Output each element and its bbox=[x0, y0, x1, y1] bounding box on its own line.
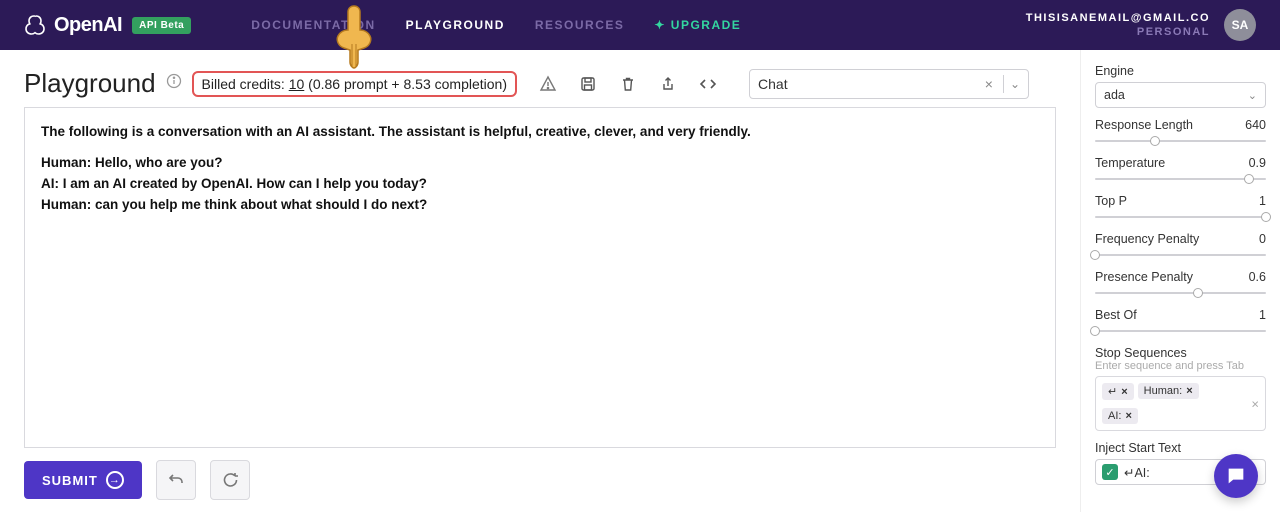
best-of-label: Best Of bbox=[1095, 308, 1137, 322]
billed-credits-pill[interactable]: Billed credits: 10 (0.86 prompt + 8.53 c… bbox=[192, 71, 517, 97]
avatar[interactable]: SA bbox=[1224, 9, 1256, 41]
best-of-slider[interactable] bbox=[1095, 326, 1266, 336]
undo-button[interactable] bbox=[156, 460, 196, 500]
response-length-label: Response Length bbox=[1095, 118, 1193, 132]
preset-select[interactable]: Chat × ⌄ bbox=[749, 69, 1029, 99]
code-icon[interactable] bbox=[699, 75, 717, 93]
nav-playground[interactable]: PLAYGROUND bbox=[406, 18, 505, 32]
help-chat-button[interactable] bbox=[1214, 454, 1258, 498]
close-icon[interactable]: × bbox=[1121, 386, 1127, 398]
billed-prefix: Billed credits: bbox=[202, 76, 289, 92]
close-icon[interactable]: × bbox=[1125, 410, 1131, 422]
stop-seq-input[interactable]: ↵× Human:× AI:× × bbox=[1095, 376, 1266, 431]
preset-clear-icon[interactable]: × bbox=[981, 76, 997, 92]
temperature-label: Temperature bbox=[1095, 156, 1165, 170]
editor-line-1: Human: Hello, who are you? bbox=[41, 153, 1039, 174]
freq-penalty-value: 0 bbox=[1259, 232, 1266, 246]
param-best-of: Best Of 1 bbox=[1095, 308, 1266, 336]
temperature-slider[interactable] bbox=[1095, 174, 1266, 184]
header-account: THISISANEMAIL@GMAIL.CO PERSONAL SA bbox=[1026, 9, 1256, 41]
editor-line-2: AI: I am an AI created by OpenAI. How ca… bbox=[41, 174, 1039, 195]
clear-all-icon[interactable]: × bbox=[1251, 396, 1259, 411]
stop-tag: ↵× bbox=[1102, 383, 1134, 400]
account-email: THISISANEMAIL@GMAIL.CO bbox=[1026, 11, 1210, 25]
title-row: Playground Billed credits: 10 (0.86 prom… bbox=[24, 68, 1056, 99]
param-presence-penalty: Presence Penalty 0.6 bbox=[1095, 270, 1266, 298]
submit-arrow-icon: → bbox=[106, 471, 124, 489]
engine-label: Engine bbox=[1095, 64, 1266, 78]
submit-label: SUBMIT bbox=[42, 473, 98, 488]
top-p-value: 1 bbox=[1259, 194, 1266, 208]
openai-logo[interactable]: OpenAI bbox=[24, 13, 122, 37]
api-beta-badge: API Beta bbox=[132, 17, 191, 34]
share-icon[interactable] bbox=[659, 75, 677, 93]
openai-knot-icon bbox=[24, 13, 48, 37]
top-p-slider[interactable] bbox=[1095, 212, 1266, 222]
nav-upgrade[interactable]: UPGRADE bbox=[654, 18, 741, 32]
freq-penalty-label: Frequency Penalty bbox=[1095, 232, 1199, 246]
stop-seq-hint: Enter sequence and press Tab bbox=[1095, 360, 1266, 372]
account-type: PERSONAL bbox=[1026, 25, 1210, 39]
save-icon[interactable] bbox=[579, 75, 597, 93]
nav-documentation[interactable]: DOCUMENTATION bbox=[251, 18, 375, 32]
main-area: Playground Billed credits: 10 (0.86 prom… bbox=[0, 50, 1280, 512]
editor-line-3: Human: can you help me think about what … bbox=[41, 195, 1039, 216]
chat-bubble-icon bbox=[1225, 465, 1247, 487]
brand-text: OpenAI bbox=[54, 14, 122, 37]
parameters-panel: Engine ada ⌄ Response Length 640 Temperat… bbox=[1080, 50, 1280, 512]
warning-icon[interactable] bbox=[539, 75, 557, 93]
param-frequency-penalty: Frequency Penalty 0 bbox=[1095, 232, 1266, 260]
preset-value: Chat bbox=[758, 76, 981, 92]
engine-select[interactable]: ada ⌄ bbox=[1095, 82, 1266, 108]
engine-value: ada bbox=[1104, 88, 1125, 102]
undo-icon bbox=[167, 471, 185, 489]
billed-detail: (0.86 prompt + 8.53 completion) bbox=[304, 76, 507, 92]
pres-penalty-value: 0.6 bbox=[1249, 270, 1266, 284]
response-length-value: 640 bbox=[1245, 118, 1266, 132]
stop-tag: AI:× bbox=[1102, 408, 1138, 424]
toolbar bbox=[539, 75, 717, 93]
close-icon[interactable]: × bbox=[1186, 385, 1192, 397]
inject-label: Inject Start Text bbox=[1095, 441, 1266, 455]
chevron-down-icon: ⌄ bbox=[1248, 89, 1257, 102]
pres-penalty-label: Presence Penalty bbox=[1095, 270, 1193, 284]
logo-group: OpenAI API Beta bbox=[24, 13, 191, 37]
billed-total: 10 bbox=[289, 76, 305, 92]
param-stop-sequences: Stop Sequences Enter sequence and press … bbox=[1095, 346, 1266, 431]
param-temperature: Temperature 0.9 bbox=[1095, 156, 1266, 184]
stop-tag: Human:× bbox=[1138, 383, 1199, 399]
chevron-down-icon[interactable]: ⌄ bbox=[1010, 77, 1020, 91]
response-length-slider[interactable] bbox=[1095, 136, 1266, 146]
refresh-icon bbox=[221, 471, 239, 489]
best-of-value: 1 bbox=[1259, 308, 1266, 322]
submit-button[interactable]: SUBMIT → bbox=[24, 461, 142, 499]
info-icon[interactable] bbox=[166, 73, 182, 94]
top-p-label: Top P bbox=[1095, 194, 1127, 208]
pres-penalty-slider[interactable] bbox=[1095, 288, 1266, 298]
prompt-editor[interactable]: The following is a conversation with an … bbox=[24, 107, 1056, 448]
left-column: Playground Billed credits: 10 (0.86 prom… bbox=[0, 50, 1080, 512]
param-top-p: Top P 1 bbox=[1095, 194, 1266, 222]
temperature-value: 0.9 bbox=[1249, 156, 1266, 170]
param-response-length: Response Length 640 bbox=[1095, 118, 1266, 146]
nav-resources[interactable]: RESOURCES bbox=[535, 18, 625, 32]
app-header: OpenAI API Beta DOCUMENTATION PLAYGROUND… bbox=[0, 0, 1280, 50]
stop-seq-label: Stop Sequences bbox=[1095, 346, 1266, 360]
page-title: Playground bbox=[24, 68, 156, 99]
inject-value: ↵AI: bbox=[1124, 465, 1150, 480]
trash-icon[interactable] bbox=[619, 75, 637, 93]
param-engine: Engine ada ⌄ bbox=[1095, 64, 1266, 108]
top-nav: DOCUMENTATION PLAYGROUND RESOURCES UPGRA… bbox=[251, 18, 741, 32]
editor-intro: The following is a conversation with an … bbox=[41, 122, 1039, 143]
bottom-controls: SUBMIT → bbox=[24, 448, 1056, 500]
regenerate-button[interactable] bbox=[210, 460, 250, 500]
freq-penalty-slider[interactable] bbox=[1095, 250, 1266, 260]
checkbox-checked-icon[interactable]: ✓ bbox=[1102, 464, 1118, 480]
